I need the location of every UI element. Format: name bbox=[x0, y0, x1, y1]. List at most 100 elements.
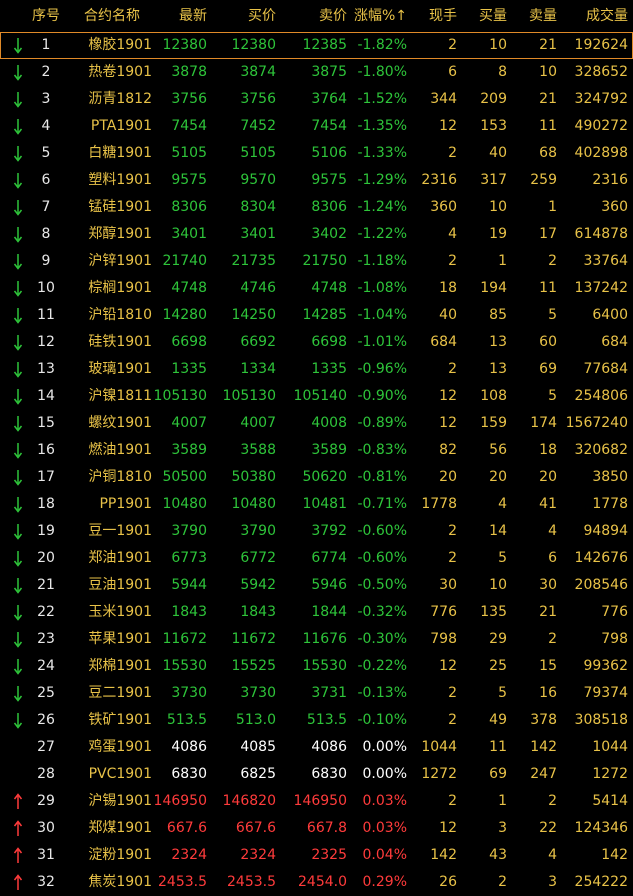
table-row[interactable]: 7 锰硅1901 8306 8304 8306 -1.24% 360 10 1 360 bbox=[0, 194, 633, 221]
cell-bid: 4085 bbox=[240, 739, 276, 755]
cell-ask-vol: 5 bbox=[548, 307, 557, 323]
cell-ask: 6774 bbox=[311, 550, 347, 566]
table-row[interactable]: 18 PP1901 10480 10480 10481 -0.71% 1778 4 41 1778 bbox=[0, 491, 633, 518]
table-row[interactable]: 9 沪锌1901 21740 21735 21750 -1.18% 2 1 2 33764 bbox=[0, 248, 633, 275]
table-row[interactable]: 1 橡胶1901 12380 12380 12385 -1.82% 2 10 21 192624 bbox=[0, 32, 633, 59]
table-row[interactable]: 24 郑棉1901 15530 15525 15530 -0.22% 12 25 15 99362 bbox=[0, 653, 633, 680]
cell-bid-vol: 85 bbox=[489, 307, 507, 323]
table-row[interactable]: 29 沪锡1901 146950 146820 146950 0.03% 2 1 2 5414 bbox=[0, 788, 633, 815]
table-row[interactable]: 5 白糖1901 5105 5105 5106 -1.33% 2 40 68 402898 bbox=[0, 140, 633, 167]
cell-ask: 2454.0 bbox=[298, 874, 347, 890]
table-row[interactable]: 27 鸡蛋1901 4086 4085 4086 0.00% 1044 11 142 1044 bbox=[0, 734, 633, 761]
header-last[interactable]: 最新 bbox=[140, 0, 207, 32]
table-row[interactable]: 12 硅铁1901 6698 6692 6698 -1.01% 684 13 60 684 bbox=[0, 329, 633, 356]
cell-last: 6830 bbox=[171, 766, 207, 782]
cell-ask-vol: 2 bbox=[548, 793, 557, 809]
cell-ask: 3589 bbox=[311, 442, 347, 458]
table-row[interactable]: 2 热卷1901 3878 3874 3875 -1.80% 6 8 10 328652 bbox=[0, 59, 633, 86]
cell-vol: 2 bbox=[448, 37, 457, 53]
no-arrow bbox=[13, 761, 25, 788]
cell-volume: 1044 bbox=[592, 739, 628, 755]
table-row[interactable]: 17 沪铜1810 50500 50380 50620 -0.81% 20 20 20 3850 bbox=[0, 464, 633, 491]
cell-change: -0.60% bbox=[357, 550, 407, 566]
cell-ask-vol: 60 bbox=[539, 334, 557, 350]
table-row[interactable]: 13 玻璃1901 1335 1334 1335 -0.96% 2 13 69 77684 bbox=[0, 356, 633, 383]
cell-bid-vol: 10 bbox=[489, 199, 507, 215]
header-bid-vol[interactable]: 买量 bbox=[457, 0, 507, 32]
header-bid[interactable]: 买价 bbox=[207, 0, 276, 32]
cell-ask-vol: 17 bbox=[539, 226, 557, 242]
cell-change: -0.10% bbox=[357, 712, 407, 728]
cell-ask: 513.5 bbox=[306, 712, 347, 728]
table-row[interactable]: 8 郑醇1901 3401 3401 3402 -1.22% 4 19 17 614878 bbox=[0, 221, 633, 248]
table-row[interactable]: 4 PTA1901 7454 7452 7454 -1.35% 12 153 11 490272 bbox=[0, 113, 633, 140]
header-seq[interactable]: 序号 bbox=[26, 0, 66, 32]
cell-volume: 2316 bbox=[592, 172, 628, 188]
table-row[interactable]: 3 沥青1812 3756 3756 3764 -1.52% 344 209 21 324792 bbox=[0, 86, 633, 113]
cell-bid: 11672 bbox=[231, 631, 276, 647]
down-arrow-icon bbox=[13, 653, 25, 680]
cell-bid-vol: 209 bbox=[480, 91, 507, 107]
cell-volume: 402898 bbox=[574, 145, 628, 161]
cell-vol: 20 bbox=[439, 469, 457, 485]
table-row[interactable]: 32 焦炭1901 2453.5 2453.5 2454.0 0.29% 26 2 3 25422… bbox=[0, 869, 633, 896]
cell-change: -1.01% bbox=[357, 334, 407, 350]
cell-vol: 82 bbox=[439, 442, 457, 458]
table-row[interactable]: 22 玉米1901 1843 1843 1844 -0.32% 776 135 21 776 bbox=[0, 599, 633, 626]
cell-volume: 142 bbox=[601, 847, 628, 863]
table-row[interactable]: 16 燃油1901 3589 3588 3589 -0.83% 82 56 18 320682 bbox=[0, 437, 633, 464]
cell-volume: 614878 bbox=[574, 226, 628, 242]
cell-ask-vol: 5 bbox=[548, 388, 557, 404]
table-row[interactable]: 15 螺纹1901 4007 4007 4008 -0.89% 12 159 174 156724… bbox=[0, 410, 633, 437]
cell-vol: 1272 bbox=[421, 766, 457, 782]
header-ask-vol[interactable]: 卖量 bbox=[507, 0, 557, 32]
cell-seq: 25 bbox=[37, 685, 55, 701]
cell-volume: 308518 bbox=[574, 712, 628, 728]
table-row[interactable]: 30 郑煤1901 667.6 667.6 667.8 0.03% 12 3 22 124346 bbox=[0, 815, 633, 842]
cell-ask-vol: 11 bbox=[539, 118, 557, 134]
cell-seq: 22 bbox=[37, 604, 55, 620]
cell-volume: 328652 bbox=[574, 64, 628, 80]
cell-ask-vol: 18 bbox=[539, 442, 557, 458]
down-arrow-icon bbox=[13, 248, 25, 275]
cell-change: -1.82% bbox=[357, 37, 407, 53]
cell-bid-vol: 317 bbox=[480, 172, 507, 188]
cell-ask-vol: 174 bbox=[530, 415, 557, 431]
table-row[interactable]: 19 豆一1901 3790 3790 3792 -0.60% 2 14 4 94894 bbox=[0, 518, 633, 545]
cell-change: -0.83% bbox=[357, 442, 407, 458]
cell-ask-vol: 11 bbox=[539, 280, 557, 296]
table-row[interactable]: 20 郑油1901 6773 6772 6774 -0.60% 2 5 6 142676 bbox=[0, 545, 633, 572]
cell-bid: 50380 bbox=[231, 469, 276, 485]
table-row[interactable]: 11 沪铅1810 14280 14250 14285 -1.04% 40 85 5 6400 bbox=[0, 302, 633, 329]
header-change[interactable]: 涨幅%↑ bbox=[347, 0, 407, 32]
cell-last: 9575 bbox=[171, 172, 207, 188]
cell-change: -1.52% bbox=[357, 91, 407, 107]
table-row[interactable]: 23 苹果1901 11672 11672 11676 -0.30% 798 29 2 798 bbox=[0, 626, 633, 653]
cell-change: 0.00% bbox=[362, 739, 407, 755]
table-row[interactable]: 14 沪镍1811 105130 105130 105140 -0.90% 12 108 5 25… bbox=[0, 383, 633, 410]
header-volume[interactable]: 成交量 bbox=[557, 0, 628, 32]
table-row[interactable]: 28 PVC1901 6830 6825 6830 0.00% 1272 69 247 1272 bbox=[0, 761, 633, 788]
cell-seq: 26 bbox=[37, 712, 55, 728]
cell-bid: 5942 bbox=[240, 577, 276, 593]
table-row[interactable]: 31 淀粉1901 2324 2324 2325 0.04% 142 43 4 142 bbox=[0, 842, 633, 869]
cell-last: 3790 bbox=[171, 523, 207, 539]
table-row[interactable]: 26 铁矿1901 513.5 513.0 513.5 -0.10% 2 49 378 30851… bbox=[0, 707, 633, 734]
table-row[interactable]: 21 豆油1901 5944 5942 5946 -0.50% 30 10 30 208546 bbox=[0, 572, 633, 599]
cell-change: -1.22% bbox=[357, 226, 407, 242]
cell-vol: 2 bbox=[448, 145, 457, 161]
cell-change: -0.81% bbox=[357, 469, 407, 485]
cell-ask: 8306 bbox=[311, 199, 347, 215]
cell-volume: 137242 bbox=[574, 280, 628, 296]
table-row[interactable]: 10 棕榈1901 4748 4746 4748 -1.08% 18 194 11 137242 bbox=[0, 275, 633, 302]
header-ask[interactable]: 卖价 bbox=[276, 0, 347, 32]
down-arrow-icon bbox=[13, 680, 25, 707]
table-row[interactable]: 6 塑料1901 9575 9570 9575 -1.29% 2316 317 259 2316 bbox=[0, 167, 633, 194]
table-row[interactable]: 25 豆二1901 3730 3730 3731 -0.13% 2 5 16 79374 bbox=[0, 680, 633, 707]
cell-ask: 146950 bbox=[293, 793, 347, 809]
cell-volume: 6400 bbox=[592, 307, 628, 323]
cell-bid: 6772 bbox=[240, 550, 276, 566]
cell-ask: 1335 bbox=[311, 361, 347, 377]
cell-seq: 6 bbox=[41, 172, 51, 188]
header-vol[interactable]: 现手 bbox=[407, 0, 457, 32]
